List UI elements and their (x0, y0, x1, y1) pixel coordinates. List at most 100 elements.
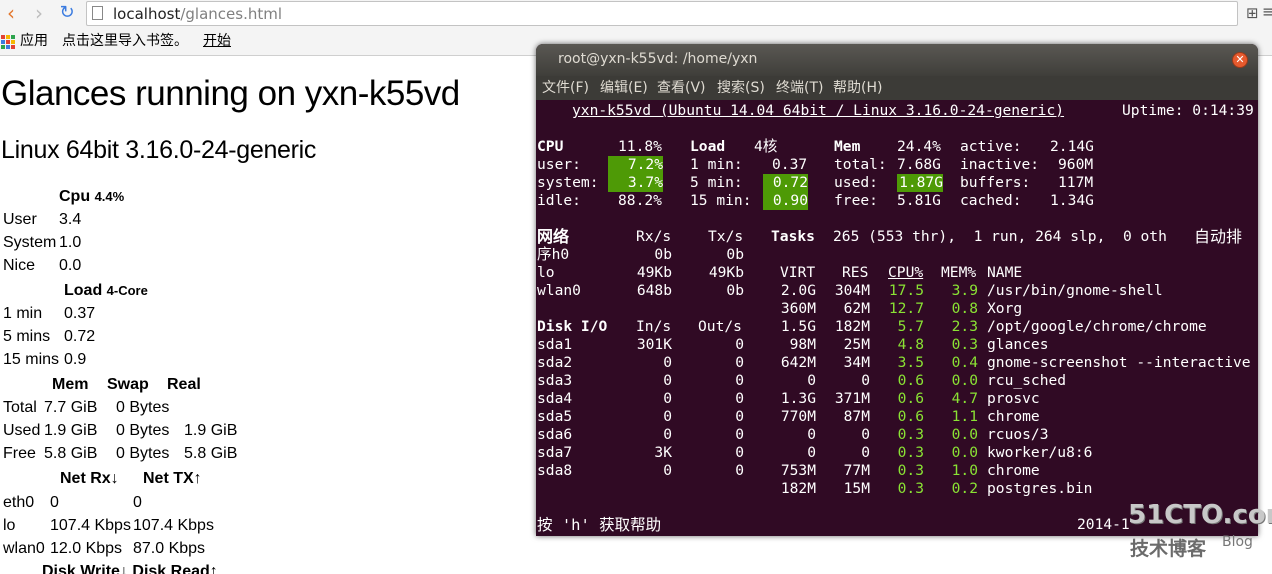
disk-in-value: 301K (636, 336, 672, 353)
disk-in-value: 3K (654, 444, 672, 461)
proc-name: /opt/google/chrome/chrome (987, 318, 1207, 335)
proc-mem: 4.7 (951, 390, 978, 407)
net-label: 网络 (537, 227, 570, 246)
mem-header: Mem (52, 376, 89, 393)
proc-mem: 1.1 (951, 408, 978, 425)
load-5min: 0.72 (763, 174, 808, 192)
uptime: Uptime: 0:14:39 (1122, 102, 1254, 119)
proc-cpu: 0.6 (897, 408, 924, 425)
net-rx-value: 0b (654, 246, 672, 263)
load-heading-label: Load (64, 282, 103, 299)
net-rx-value: 0 (50, 494, 59, 511)
menu-view[interactable]: 查看(V) (657, 76, 706, 100)
menu-edit[interactable]: 编辑(E) (600, 76, 648, 100)
url-text[interactable]: localhost/glances.html (113, 3, 282, 25)
menu-search[interactable]: 搜索(S) (717, 76, 765, 100)
cpu-user-label: user: (537, 156, 581, 173)
mem-row-label: Used (3, 422, 41, 439)
disk-out-value: 0 (735, 390, 744, 407)
net-iface: wlan0 (537, 282, 581, 299)
import-bookmarks-text: 点击这里导入书签。 (62, 33, 188, 49)
mem-total: 7.68G (897, 156, 941, 173)
proc-mem: 0.0 (951, 444, 978, 461)
net-rx-value: 107.4 Kbps (50, 517, 131, 534)
load-row-value: 0.72 (64, 328, 96, 345)
apps-link[interactable]: 应用 (20, 30, 48, 52)
forward-icon[interactable]: › (28, 2, 50, 24)
cpu-row-label: System (3, 234, 57, 251)
back-icon[interactable]: ‹ (0, 2, 22, 24)
swap-value: 0 Bytes (116, 422, 170, 439)
disk-name: sda8 (537, 462, 573, 479)
net-iface: lo (3, 517, 16, 534)
mem-used: 1.87G (897, 174, 943, 192)
cpu-row-label: User (3, 211, 37, 228)
col-res: RES (842, 264, 869, 281)
load-label: Load (690, 138, 726, 155)
cpu-idle-label: idle: (537, 192, 581, 209)
net-rx-value: 648b (636, 282, 672, 299)
disk-name: sda2 (537, 354, 573, 371)
date-time: 2014-1 (1077, 516, 1130, 533)
cpu-system-value: 3.7% (608, 174, 663, 192)
menu-terminal[interactable]: 终端(T) (776, 76, 823, 100)
col-virt: VIRT (780, 264, 816, 281)
proc-res: 87M (843, 408, 870, 425)
proc-res: 77M (843, 462, 870, 479)
net-tx-value: 107.4 Kbps (133, 517, 214, 534)
proc-mem: 0.0 (951, 372, 978, 389)
mem-value: 7.7 GiB (44, 399, 98, 416)
disk-in-value: 0 (663, 462, 672, 479)
proc-name: chrome (987, 408, 1040, 425)
menu-help[interactable]: 帮助(H) (833, 76, 882, 100)
menu-icon[interactable]: ≡ (1262, 2, 1272, 21)
load-1min-label: 1 min: (690, 156, 743, 173)
disk-in-value: 0 (663, 390, 672, 407)
proc-res: 62M (843, 300, 870, 317)
apps-icon[interactable] (1, 35, 15, 49)
disk-in-value: 0 (663, 426, 672, 443)
proc-name: rcuos/3 (987, 426, 1049, 443)
page-title: Glances running on yxn-k55vd (1, 74, 460, 113)
proc-mem: 0.8 (951, 300, 978, 317)
terminal-titlebar[interactable]: root@yxn-k55vd: /home/yxn ✕ (536, 44, 1258, 76)
start-link[interactable]: 开始 (203, 30, 231, 52)
disk-in-value: 0 (663, 408, 672, 425)
url-path: /glances.html (180, 5, 283, 23)
net-iface: lo (537, 264, 555, 281)
close-icon[interactable]: ✕ (1232, 52, 1248, 68)
mem-inactive: 960M (1058, 156, 1094, 173)
reload-icon[interactable]: ↻ (56, 2, 78, 24)
mem-cached: 1.34G (1050, 192, 1094, 209)
net-tx-value: 0 (133, 494, 142, 511)
terminal-screen[interactable]: yxn-k55vd (Ubuntu 14.04 64bit / Linux 3.… (536, 100, 1258, 536)
mem-pct: 24.4% (897, 138, 941, 155)
proc-name: glances (987, 336, 1049, 353)
proc-virt: 182M (780, 480, 816, 497)
system-line: yxn-k55vd (Ubuntu 14.04 64bit / Linux 3.… (572, 102, 1065, 119)
mem-row-label: Total (3, 399, 37, 416)
proc-res: 304M (834, 282, 870, 299)
disk-name: sda5 (537, 408, 573, 425)
proc-cpu: 0.3 (897, 480, 924, 497)
proc-name: rcu_sched (987, 372, 1067, 389)
proc-name: prosvc (987, 390, 1040, 407)
proc-cpu: 0.3 (897, 462, 924, 479)
proc-res: 0 (861, 426, 870, 443)
cpu-row-value: 1.0 (59, 234, 82, 251)
disk-header: Disk Write↓ Disk Read↑ (42, 563, 218, 574)
terminal-menubar: 文件(F) 编辑(E) 查看(V) 搜索(S) 终端(T) 帮助(H) (536, 76, 1258, 100)
load-row-label: 5 mins (3, 328, 51, 345)
disk-out-value: 0 (735, 372, 744, 389)
help-hint: 按 'h' 获取帮助 (537, 516, 662, 534)
cpu-heading: Cpu 4.4% (59, 188, 124, 206)
address-bar[interactable]: localhost/glances.html (86, 1, 1238, 26)
load-1min: 0.37 (772, 156, 808, 173)
terminal-window[interactable]: root@yxn-k55vd: /home/yxn ✕ 文件(F) 编辑(E) … (536, 44, 1258, 536)
proc-res: 15M (843, 480, 870, 497)
mem-cached-label: cached: (960, 192, 1022, 209)
net-rx-value: 12.0 Kbps (50, 540, 123, 557)
translate-icon[interactable]: ⊞ (1246, 4, 1259, 22)
disk-name: sda3 (537, 372, 573, 389)
menu-file[interactable]: 文件(F) (542, 76, 589, 100)
